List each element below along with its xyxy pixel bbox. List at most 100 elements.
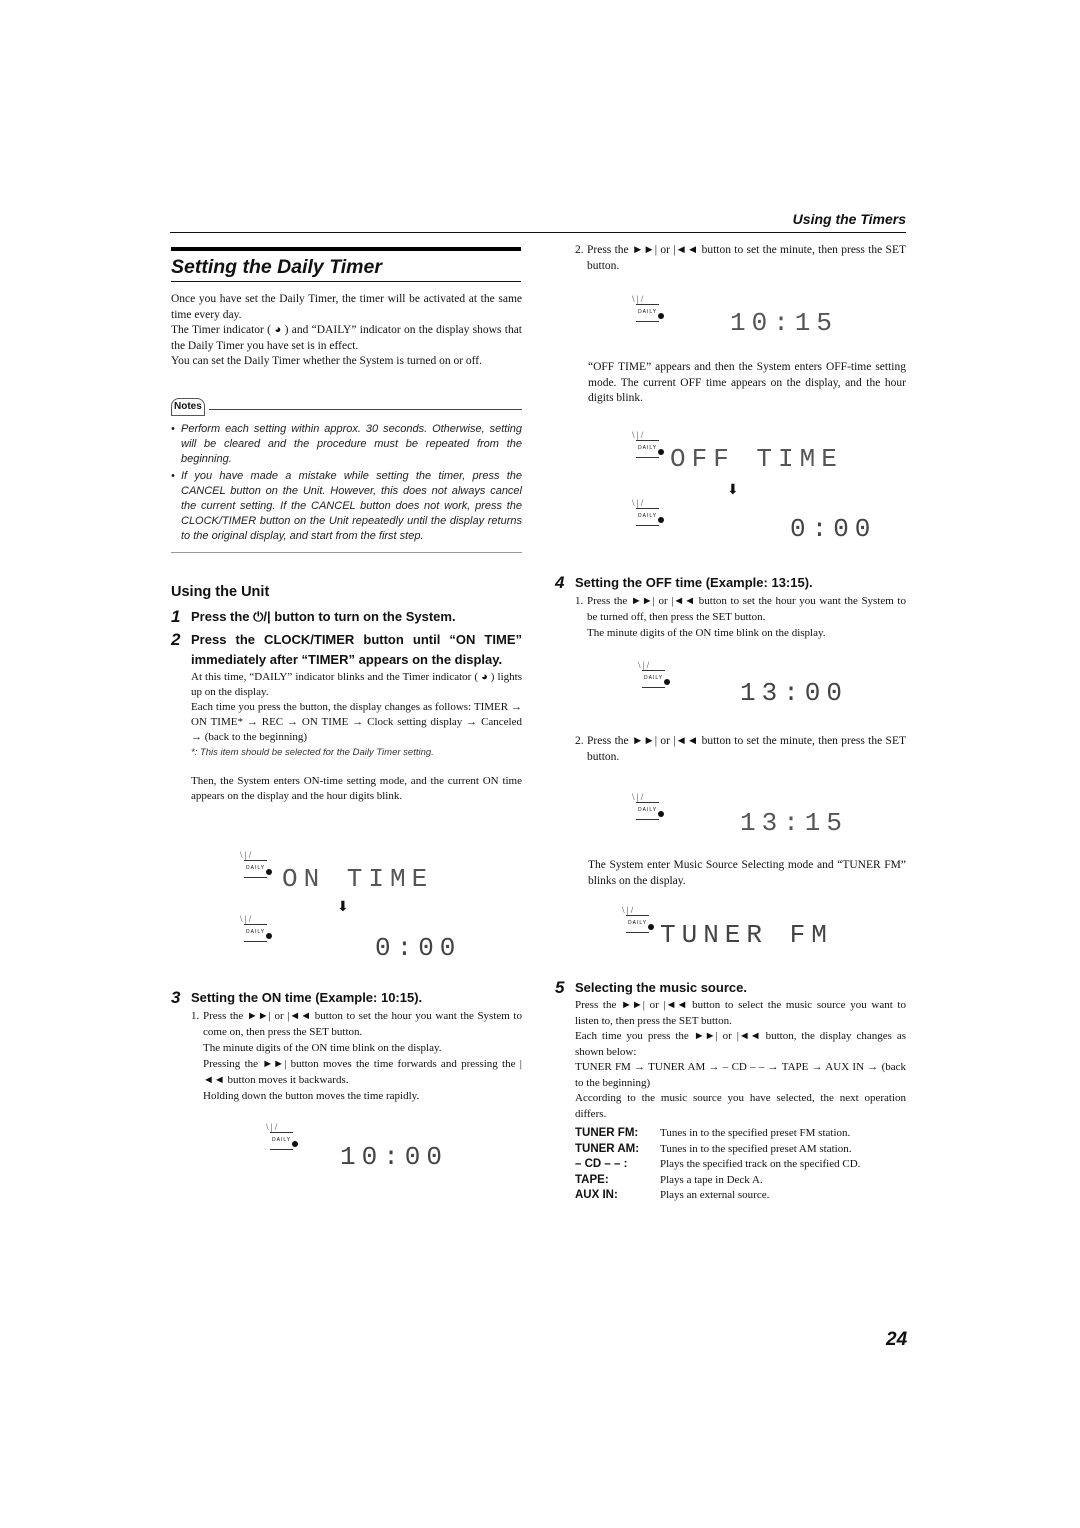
step-4-sub-2: 2. Press the ►►| or |◄◄ button to set the… xyxy=(575,734,906,765)
step-text: Then, the System enters ON-time setting … xyxy=(191,774,522,802)
step-heading: Setting the OFF time (Example: 13:15). xyxy=(575,575,813,590)
source-key: TAPE: xyxy=(575,1173,609,1186)
daily-label: DAILY xyxy=(244,924,268,942)
step-5-heading: 5 Selecting the music source. xyxy=(555,978,906,998)
source-row: TAPE: Plays a tape in Deck A. xyxy=(575,1173,906,1189)
step-text: At this time, “DAILY” indicator blinks a… xyxy=(191,670,522,698)
step-text: The minute digits of the ON time blink o… xyxy=(587,627,826,639)
step-text: TUNER FM → TUNER AM → – CD – – → TAPE → … xyxy=(575,1061,906,1089)
step-number: 1 xyxy=(171,606,181,626)
source-key: AUX IN: xyxy=(575,1189,618,1201)
daily-label: DAILY xyxy=(270,1132,294,1150)
off-time-intro: “OFF TIME” appears and then the System e… xyxy=(588,360,906,407)
top-rule xyxy=(170,232,906,233)
section-heading: Using the Unit xyxy=(171,584,270,600)
footnote: *: This item should be selected for the … xyxy=(191,746,434,758)
lcd-display: 13:00 xyxy=(740,678,849,708)
step-heading: Press the CLOCK/TIMER button until “ON T… xyxy=(191,631,522,667)
step-text: Pressing the ►►| button moves the time f… xyxy=(203,1058,522,1086)
step-text: “OFF TIME” appears and then the System e… xyxy=(588,361,906,404)
sub-number: 1. xyxy=(575,595,584,607)
step-heading: Press the ⏻/| button to turn on the Syst… xyxy=(191,608,456,624)
daily-indicator-icon: \ | / DAILY xyxy=(632,292,672,326)
notes-bottom-rule xyxy=(171,551,522,553)
step-5-body: Press the ►►| or |◄◄ button to select th… xyxy=(575,998,906,1204)
source-desc: Plays the specified track on the specifi… xyxy=(660,1158,861,1170)
source-desc: Plays a tape in Deck A. xyxy=(660,1173,763,1186)
step-text: Press the ►►| or |◄◄ button to set the h… xyxy=(203,1010,522,1038)
step-4-heading: 4 Setting the OFF time (Example: 13:15). xyxy=(555,573,906,593)
notes-icon: Notes xyxy=(171,398,205,416)
note-item: • If you have made a mistake while settin… xyxy=(171,469,522,542)
music-source-intro: The System enter Music Source Selecting … xyxy=(588,858,906,889)
step-number: 2 xyxy=(171,629,181,649)
lcd-display: 10:00 xyxy=(340,1142,449,1172)
notes: Notes • Perform each setting within appro… xyxy=(171,398,522,553)
lcd-display: TUNER FM xyxy=(660,920,833,950)
sub-number: 2. xyxy=(575,735,584,747)
lcd-display: 0:00 xyxy=(790,514,877,544)
note-item: • Perform each setting within approx. 30 … xyxy=(171,422,522,465)
step-text: The System enter Music Source Selecting … xyxy=(588,859,906,887)
step-2: 2 Press the CLOCK/TIMER button until “ON… xyxy=(171,630,522,670)
daily-label: DAILY xyxy=(642,670,666,688)
daily-label: DAILY xyxy=(636,304,660,322)
daily-label: DAILY xyxy=(636,802,660,820)
step-text: Press the ►►| or |◄◄ button to set the h… xyxy=(587,595,906,623)
step-number: 3 xyxy=(171,988,181,1007)
lcd-display: 10:15 xyxy=(730,308,839,338)
step-heading: Selecting the music source. xyxy=(575,980,747,995)
step-text: Press the ►►| or |◄◄ button to select th… xyxy=(575,999,906,1027)
daily-label: DAILY xyxy=(636,440,660,458)
page-title: Setting the Daily Timer xyxy=(171,256,382,278)
running-head: Using the Timers xyxy=(792,211,906,227)
intro-para: Once you have set the Daily Timer, the t… xyxy=(171,293,522,321)
page-number: 24 xyxy=(886,1329,908,1350)
step-1: 1 Press the ⏻/| button to turn on the Sy… xyxy=(171,607,522,627)
intro: Once you have set the Daily Timer, the t… xyxy=(171,292,522,370)
daily-indicator-icon: \ | / DAILY xyxy=(632,428,672,462)
step-3: 3 Setting the ON time (Example: 10:15). … xyxy=(171,988,522,1104)
step-5: 5 Selecting the music source. Press the … xyxy=(555,978,906,1204)
step-number: 5 xyxy=(555,978,565,997)
step-text: Press the ►►| or |◄◄ button to set the m… xyxy=(587,735,906,763)
step-text: Each time you press the ►►| or |◄◄ butto… xyxy=(575,1030,906,1058)
intro-para: You can set the Daily Timer whether the … xyxy=(171,355,483,367)
step-3-heading: 3 Setting the ON time (Example: 10:15). xyxy=(171,988,522,1008)
daily-indicator-icon: \ | / DAILY xyxy=(638,658,678,692)
step-4-body: 1. Press the ►►| or |◄◄ button to set th… xyxy=(575,593,906,641)
daily-indicator-icon: \ | / DAILY xyxy=(632,496,672,530)
source-key: TUNER AM: xyxy=(575,1142,640,1155)
step-text: The minute digits of the ON time blink o… xyxy=(203,1042,442,1054)
arrow-down-icon: ⬇ xyxy=(337,900,349,915)
lcd-display: 13:15 xyxy=(740,808,849,838)
step-number: 4 xyxy=(555,573,565,592)
section-using-unit: Using the Unit 1 Press the ⏻/| button to… xyxy=(171,584,522,804)
source-row: TUNER AM: Tunes in to the specified prese… xyxy=(575,1142,906,1158)
note-text: If you have made a mistake while setting… xyxy=(181,469,522,542)
note-text: Perform each setting within approx. 30 s… xyxy=(181,422,522,465)
step-heading: Setting the ON time (Example: 10:15). xyxy=(191,990,423,1005)
notes-header: Notes xyxy=(171,398,522,416)
daily-label: DAILY xyxy=(626,915,650,933)
arrow-down-icon: ⬇ xyxy=(727,483,739,498)
step-2-body: At this time, “DAILY” indicator blinks a… xyxy=(191,670,522,804)
step-text: Holding down the button moves the time r… xyxy=(203,1090,420,1102)
sub-number: 1. xyxy=(191,1010,200,1022)
step-text: Each time you press the button, the disp… xyxy=(191,700,522,743)
daily-indicator-icon: \ | / DAILY xyxy=(240,912,280,946)
daily-indicator-icon: \ | / DAILY xyxy=(240,848,280,882)
step-text: According to the music source you have s… xyxy=(575,1092,906,1120)
source-row: AUX IN: Plays an external source. xyxy=(575,1188,906,1204)
lcd-display: OFF TIME xyxy=(670,444,843,474)
notes-rule xyxy=(208,409,522,411)
source-key: – CD – – : xyxy=(575,1158,628,1170)
source-row: – CD – – : Plays the specified track on t… xyxy=(575,1157,906,1173)
source-desc: Tunes in to the specified preset AM stat… xyxy=(660,1142,852,1155)
step-text: Press the ►►| or |◄◄ button to set the m… xyxy=(587,244,906,272)
daily-label: DAILY xyxy=(636,508,660,526)
step-4: 4 Setting the OFF time (Example: 13:15).… xyxy=(555,573,906,641)
intro-para: The Timer indicator ( ◕ ) and “DAILY” in… xyxy=(171,324,522,352)
source-key: TUNER FM: xyxy=(575,1127,639,1139)
daily-indicator-icon: \ | / DAILY xyxy=(622,903,662,937)
